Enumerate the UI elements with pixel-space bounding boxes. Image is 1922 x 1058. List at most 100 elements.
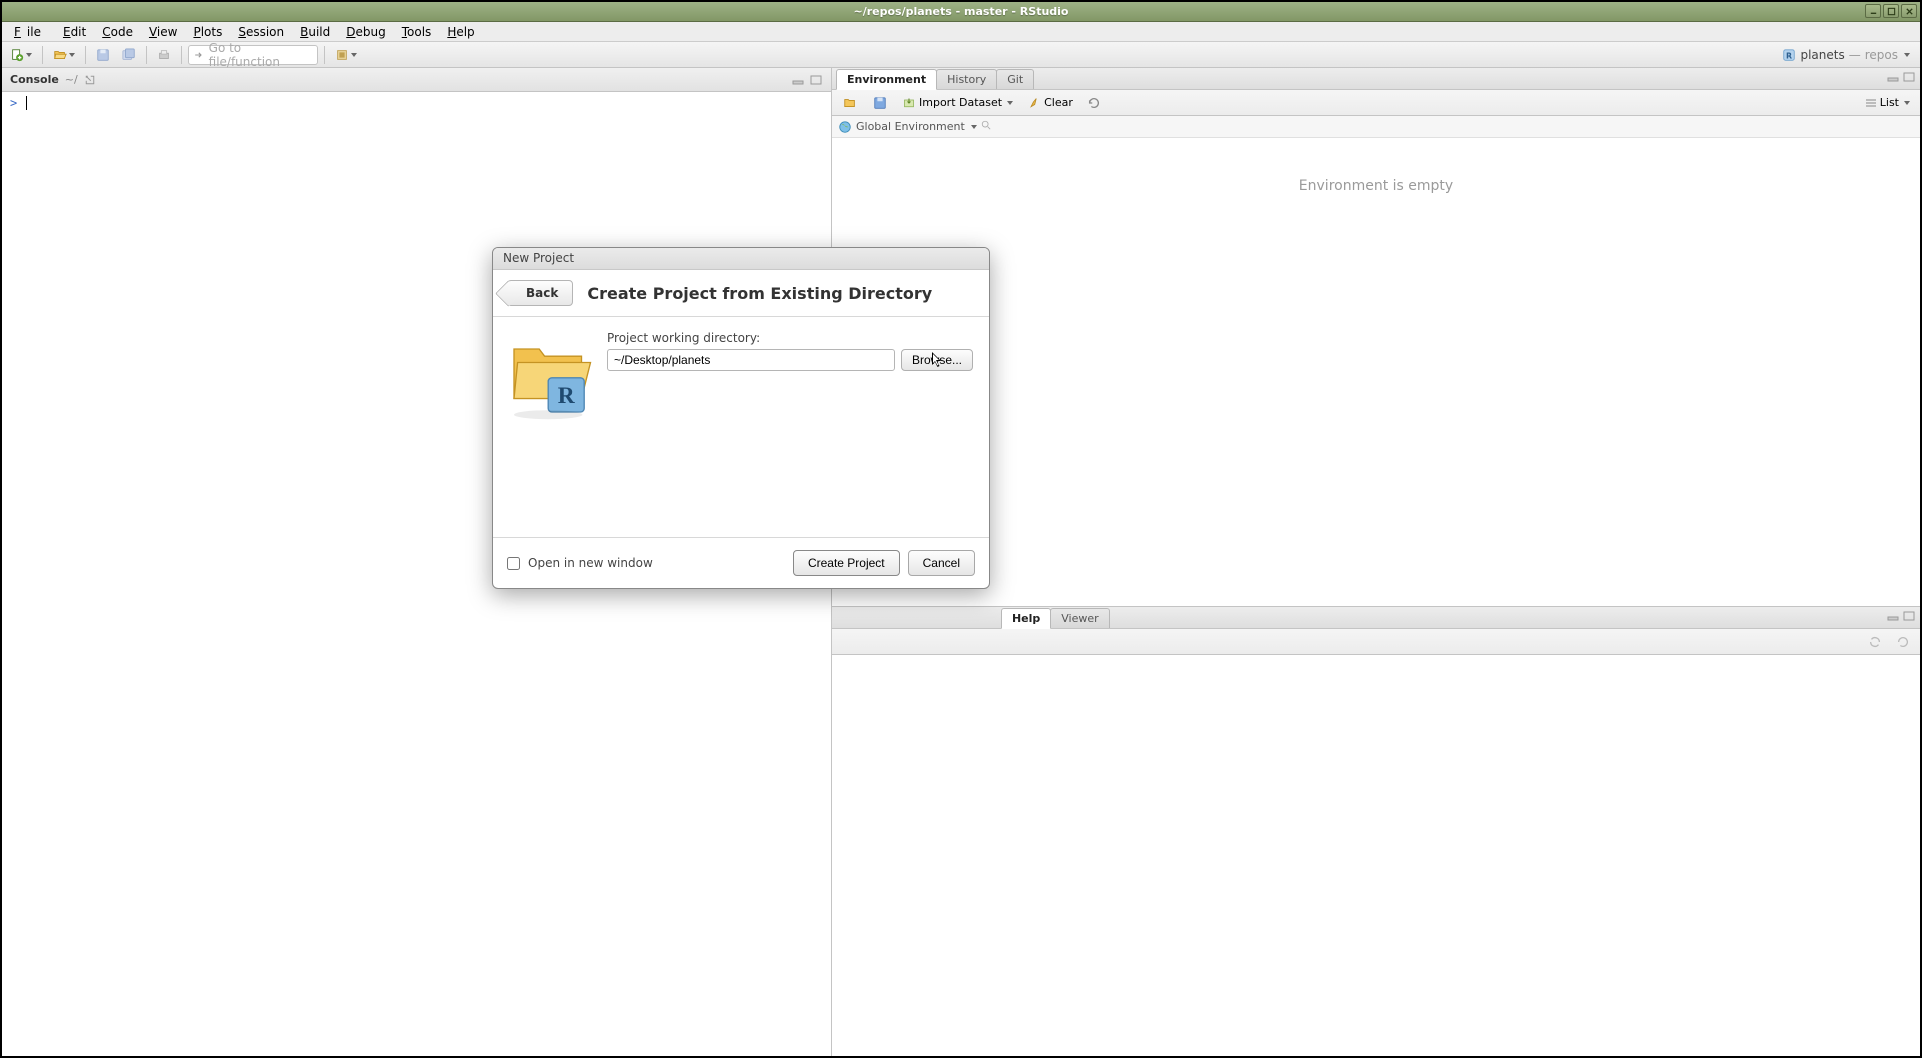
tab-environment[interactable]: Environment (836, 69, 937, 90)
print-button[interactable] (153, 45, 175, 65)
open-new-window-input[interactable] (507, 557, 520, 570)
open-new-window-checkbox[interactable]: Open in new window (507, 556, 653, 570)
create-project-button[interactable]: Create Project (793, 550, 900, 576)
save-icon (872, 96, 888, 110)
lower-tabs: Files Plots Packages Help Viewer (832, 607, 1920, 629)
project-name: planets (1800, 48, 1844, 62)
save-workspace-button[interactable] (868, 94, 892, 112)
maximize-pane-icon[interactable] (1902, 71, 1916, 83)
maximize-button[interactable] (1883, 4, 1899, 18)
minimize-pane-icon[interactable] (1886, 610, 1900, 622)
dir-label: Project working directory: (607, 331, 973, 345)
search-icon (981, 120, 991, 130)
globe-icon (838, 120, 852, 134)
titlebar: ~/repos/planets - master - RStudio (2, 2, 1920, 22)
maximize-pane-icon[interactable] (809, 74, 823, 86)
list-label: List (1880, 96, 1899, 109)
help-toolbar (832, 629, 1920, 655)
new-project-dialog: New Project Back Create Project from Exi… (492, 247, 990, 589)
save-all-button[interactable] (118, 45, 140, 65)
chevron-down-icon (1007, 101, 1013, 105)
menu-tools[interactable]: Tools (396, 23, 438, 41)
chevron-down-icon (1904, 101, 1910, 105)
save-button[interactable] (92, 45, 114, 65)
console-header: Console ~/ (2, 68, 831, 92)
import-icon (902, 97, 916, 109)
minimize-pane-icon[interactable] (1886, 71, 1900, 83)
load-workspace-button[interactable] (838, 94, 862, 112)
project-location: repos (1865, 48, 1898, 62)
project-icon: R (1782, 48, 1796, 62)
console-path: ~/ (65, 73, 78, 86)
separator (324, 46, 325, 64)
console-prompt: > (10, 96, 17, 110)
addins-button[interactable] (331, 45, 361, 65)
maximize-pane-icon[interactable] (1902, 610, 1916, 622)
cursor (26, 96, 27, 110)
menu-debug[interactable]: Debug (340, 23, 391, 41)
dialog-title: New Project (493, 248, 989, 270)
back-button[interactable]: Back (507, 280, 573, 306)
refresh-icon (1087, 96, 1101, 110)
folder-r-icon: R (505, 331, 595, 523)
env-scope-label[interactable]: Global Environment (856, 120, 965, 133)
menu-build[interactable]: Build (294, 23, 336, 41)
refresh-button[interactable] (1083, 94, 1105, 112)
sync-icon (1868, 635, 1882, 649)
menu-session[interactable]: Session (232, 23, 290, 41)
close-button[interactable] (1901, 4, 1917, 18)
main-toolbar: Go to file/function R planets — repos (2, 42, 1920, 68)
env-scope-row: Global Environment (832, 116, 1920, 138)
cancel-button[interactable]: Cancel (908, 550, 975, 576)
help-sync-button[interactable] (1864, 633, 1886, 651)
help-refresh-button[interactable] (1892, 633, 1914, 651)
import-dataset-button[interactable]: Import Dataset (898, 94, 1017, 111)
help-content (832, 655, 1920, 1056)
chevron-down-icon (1904, 53, 1910, 57)
list-view-button[interactable]: List (1861, 94, 1914, 111)
broom-icon (1027, 97, 1041, 109)
console-title: Console (10, 73, 59, 86)
directory-input[interactable] (607, 349, 895, 371)
svg-text:R: R (558, 383, 576, 409)
env-empty-message: Environment is empty (832, 138, 1920, 606)
browse-button[interactable]: Browse... (901, 349, 973, 371)
dialog-header: Back Create Project from Existing Direct… (493, 270, 989, 317)
tab-help[interactable]: Help (1001, 608, 1051, 629)
project-indicator[interactable]: R planets — repos (1776, 48, 1916, 62)
refresh-icon (1896, 635, 1910, 649)
tab-history[interactable]: History (936, 69, 997, 89)
folder-open-icon (842, 96, 858, 110)
popup-icon[interactable] (84, 74, 96, 86)
project-sep: — (1849, 48, 1861, 62)
arrow-icon (193, 49, 205, 61)
menubar: File Edit Code View Plots Session Build … (2, 22, 1920, 42)
minimize-button[interactable] (1865, 4, 1881, 18)
goto-file-input[interactable]: Go to file/function (188, 45, 318, 65)
menu-file[interactable]: File (8, 23, 53, 41)
separator (181, 46, 182, 64)
dialog-heading: Create Project from Existing Directory (587, 284, 932, 303)
tab-git[interactable]: Git (996, 69, 1034, 89)
import-dataset-label: Import Dataset (919, 96, 1002, 109)
menu-plots[interactable]: Plots (187, 23, 228, 41)
menu-code[interactable]: Code (96, 23, 139, 41)
menu-edit[interactable]: Edit (57, 23, 92, 41)
open-file-button[interactable] (49, 45, 79, 65)
new-file-button[interactable] (6, 45, 36, 65)
minimize-pane-icon[interactable] (791, 74, 805, 86)
separator (146, 46, 147, 64)
chevron-down-icon (971, 125, 977, 129)
env-toolbar: Import Dataset Clear List (832, 90, 1920, 116)
menu-help[interactable]: Help (441, 23, 480, 41)
list-icon (1865, 98, 1877, 108)
clear-button[interactable]: Clear (1023, 94, 1077, 111)
open-new-window-label: Open in new window (528, 556, 653, 570)
goto-placeholder: Go to file/function (209, 41, 313, 69)
tab-viewer[interactable]: Viewer (1050, 608, 1109, 628)
separator (85, 46, 86, 64)
env-tabs: Environment History Git (832, 68, 1920, 90)
env-search-input[interactable] (981, 120, 991, 133)
menu-view[interactable]: View (143, 23, 183, 41)
separator (42, 46, 43, 64)
